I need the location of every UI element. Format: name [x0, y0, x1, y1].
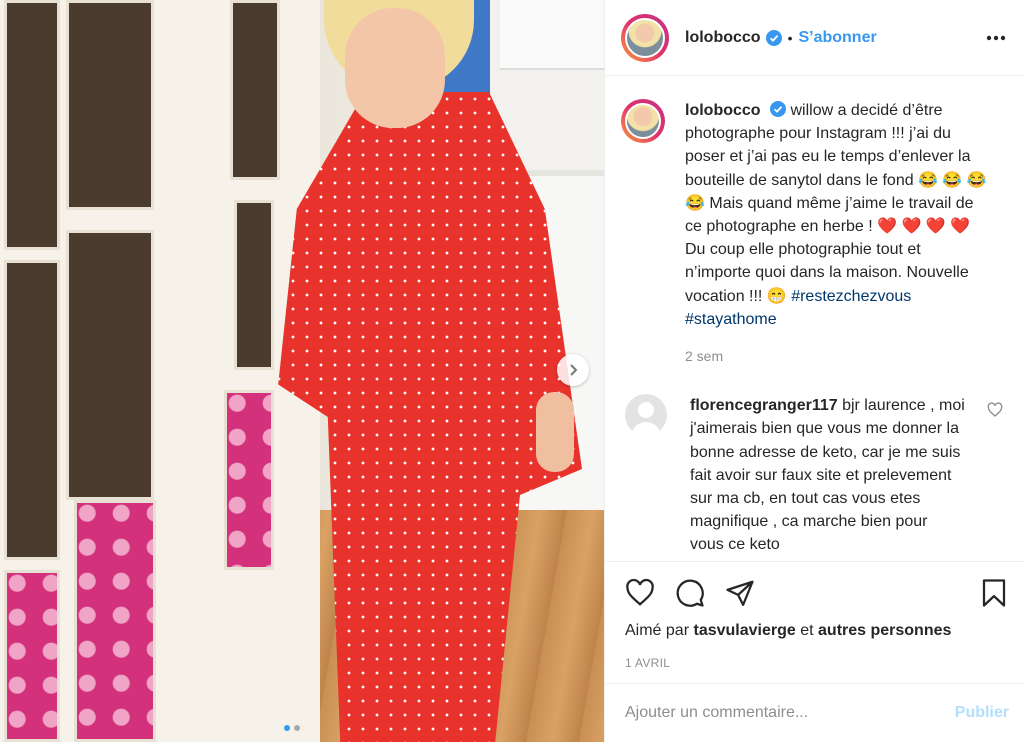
likes-line: Aimé par tasvulavierge et autres personn…: [605, 622, 1024, 640]
door-pane: [230, 0, 280, 180]
header-username[interactable]: lolobocco: [685, 29, 761, 47]
likes-others[interactable]: autres personnes: [818, 622, 951, 639]
avatar[interactable]: [625, 394, 667, 437]
comment-item: florencegranger117 bjr laurence , moi j'…: [605, 368, 1024, 556]
person-face: [345, 8, 445, 128]
likes-connector: et: [800, 622, 814, 639]
hashtag-link[interactable]: #restezchezvous: [791, 288, 911, 305]
comment-username[interactable]: florencegranger117: [690, 397, 838, 414]
photo-cabinet: [500, 0, 604, 70]
door-pane: [224, 390, 274, 570]
comment-input[interactable]: [625, 704, 955, 722]
add-comment-bar: Publier: [605, 683, 1024, 742]
door-pane: [4, 0, 60, 250]
door-pane: [66, 0, 154, 210]
comment-like-heart-icon[interactable]: [987, 402, 1003, 421]
comments-section[interactable]: lolobocco willow a decidé d’être photogr…: [605, 77, 1024, 561]
publish-button[interactable]: Publier: [955, 704, 1009, 722]
heart-icon[interactable]: [625, 578, 655, 608]
door-pane: [4, 260, 60, 560]
caption-text: willow a decidé d’être photographe pour …: [685, 102, 987, 305]
carousel-dots: [284, 725, 300, 731]
likes-user[interactable]: tasvulavierge: [693, 622, 795, 639]
verified-badge-icon: [765, 29, 782, 46]
follow-button[interactable]: S’abonner: [798, 29, 876, 47]
caption-time[interactable]: 2 sem: [685, 345, 990, 368]
post-photo[interactable]: [0, 0, 604, 742]
post-actions: Aimé par tasvulavierge et autres personn…: [605, 561, 1024, 670]
hashtag-link[interactable]: #stayathome: [685, 311, 777, 328]
verified-badge-icon: [770, 101, 787, 117]
more-options-icon[interactable]: [984, 26, 1008, 50]
post-details-panel: lolobocco • S’abonner lolobocco willow a…: [604, 0, 1024, 742]
door-pane: [4, 570, 60, 742]
comment-icon[interactable]: [675, 578, 705, 608]
dot-separator: •: [787, 29, 793, 46]
post-date[interactable]: 1 AVRIL: [605, 640, 1024, 670]
photo-door: [0, 0, 320, 742]
carousel-dot: [284, 725, 290, 731]
comment-text: bjr laurence , moi j'aimerais bien que v…: [690, 397, 965, 554]
caption: lolobocco willow a decidé d’être photogr…: [605, 77, 1024, 368]
likes-prefix: Aimé par: [625, 622, 690, 639]
caption-username[interactable]: lolobocco: [685, 102, 761, 119]
door-pane: [74, 500, 156, 742]
person-hand: [536, 392, 574, 472]
avatar[interactable]: [621, 13, 669, 62]
door-pane: [66, 230, 154, 500]
avatar[interactable]: [621, 99, 665, 143]
carousel-dot: [294, 725, 300, 731]
share-icon[interactable]: [725, 578, 755, 608]
chevron-right-icon[interactable]: [557, 354, 589, 386]
bookmark-icon[interactable]: [979, 578, 1009, 608]
door-pane: [234, 200, 274, 370]
post-header: lolobocco • S’abonner: [605, 0, 1024, 76]
action-icons: [605, 562, 1024, 624]
